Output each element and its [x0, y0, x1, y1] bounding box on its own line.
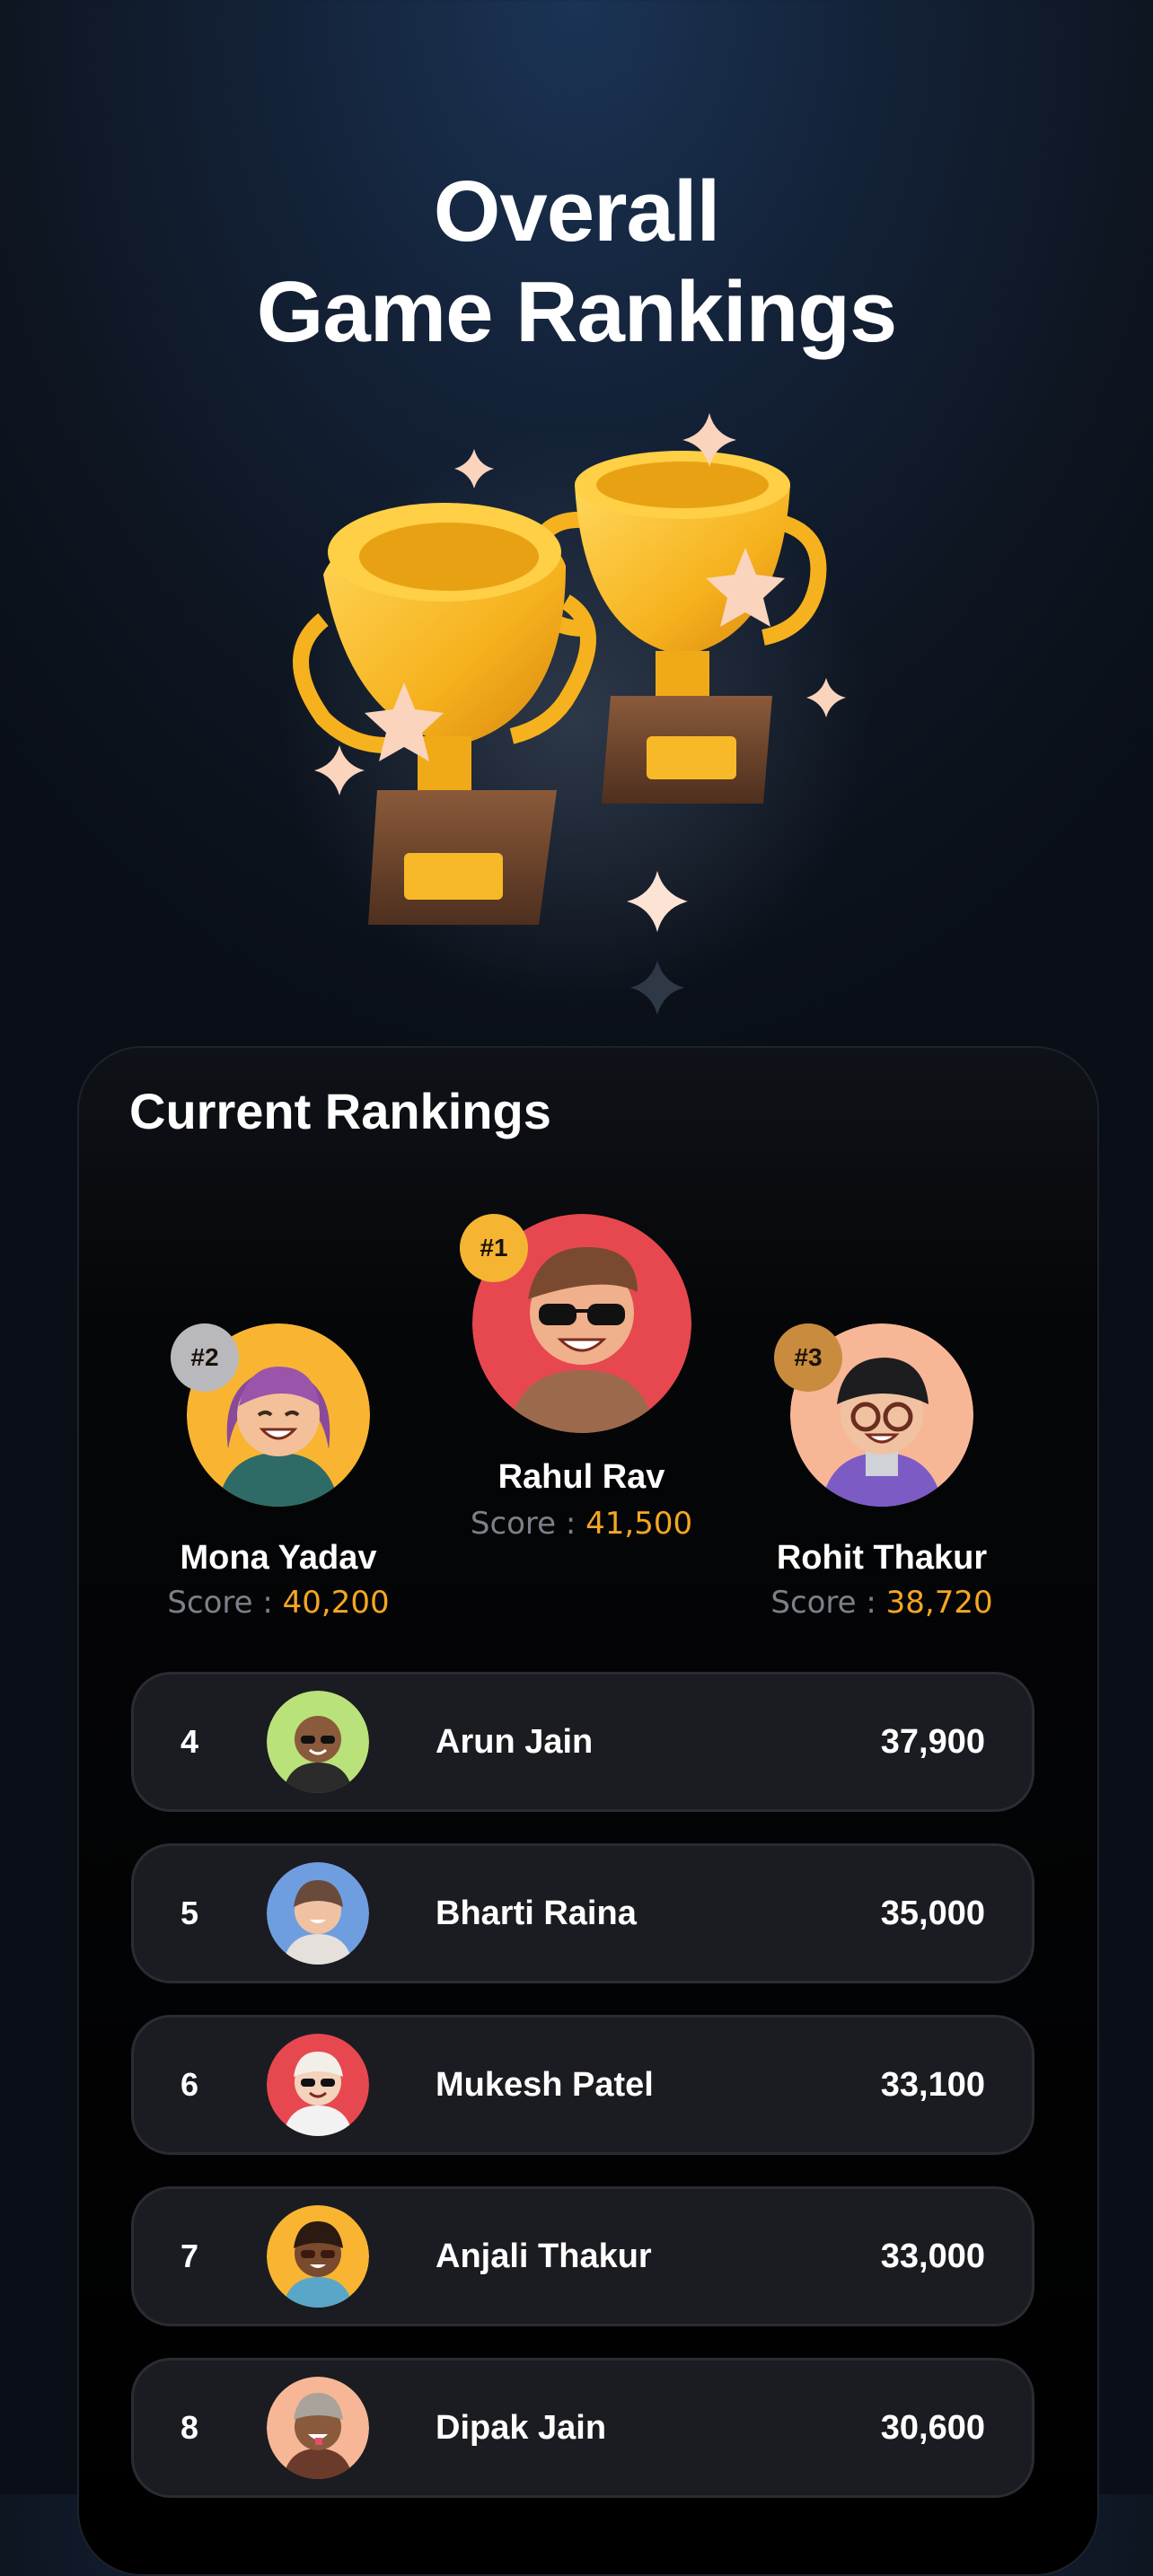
avatar-mukesh-icon: [267, 2034, 369, 2136]
title-line-2: Game Rankings: [256, 264, 898, 360]
score-label: Score :: [167, 1585, 283, 1621]
avatar: [267, 1862, 369, 1965]
row-rank: 5: [180, 1895, 199, 1931]
score-label: Score :: [770, 1585, 886, 1621]
score-value: 41,500: [585, 1506, 693, 1542]
score-value: 40,200: [282, 1585, 390, 1621]
ranking-row[interactable]: 5 Bharti Raina 35,000: [131, 1843, 1034, 1983]
player-name: Rahul Rav: [497, 1458, 665, 1496]
avatar: [267, 2205, 369, 2308]
rank-badge-bronze: #3: [774, 1323, 842, 1392]
row-name: Bharti Raina: [436, 1895, 637, 1932]
avatar: [267, 2377, 369, 2479]
ranking-row[interactable]: 8 Dipak Jain 30,600: [131, 2358, 1034, 2498]
avatar-anjali-icon: [267, 2205, 369, 2308]
avatar-arun-icon: [267, 1691, 369, 1793]
ranking-row[interactable]: 4 Arun Jain 37,900: [131, 1672, 1034, 1812]
podium-third[interactable]: #3 Rohit Thakur Score : 38,720: [738, 1323, 1025, 1621]
player-score: Score : 38,720: [738, 1585, 1025, 1621]
row-score: 30,600: [880, 2409, 985, 2447]
row-name: Arun Jain: [436, 1723, 594, 1761]
player-name: Mona Yadav: [180, 1539, 377, 1577]
row-name: Dipak Jain: [436, 2409, 607, 2447]
row-name: Anjali Thakur: [436, 2238, 652, 2275]
row-rank: 6: [180, 2066, 199, 2103]
title-line-1: Overall: [433, 163, 721, 259]
row-rank: 4: [180, 1723, 199, 1760]
rank-badge-silver: #2: [171, 1323, 239, 1392]
row-score: 33,100: [880, 2066, 985, 2104]
score-value: 38,720: [885, 1585, 993, 1621]
avatar-dipak-icon: [267, 2377, 369, 2479]
rank-badge-gold: #1: [460, 1214, 528, 1282]
row-score: 37,900: [880, 1723, 985, 1761]
ranking-row[interactable]: 7 Anjali Thakur 33,000: [131, 2186, 1034, 2326]
player-score: Score : 41,500: [413, 1506, 750, 1542]
score-label: Score :: [470, 1506, 586, 1542]
row-rank: 8: [180, 2409, 199, 2446]
row-score: 33,000: [880, 2238, 985, 2275]
row-name: Mukesh Patel: [436, 2066, 654, 2104]
avatar-bharti-icon: [267, 1862, 369, 1965]
trophies-illustration: [269, 395, 880, 1024]
podium-first[interactable]: #1 Rahul Rav Score : 41,500: [413, 1214, 750, 1542]
player-name: Rohit Thakur: [776, 1539, 988, 1577]
player-score: Score : 40,200: [135, 1585, 422, 1621]
section-title: Current Rankings: [129, 1083, 551, 1139]
podium-second[interactable]: #2 Mona Yadav Score : 40,200: [135, 1323, 422, 1621]
row-rank: 7: [180, 2238, 199, 2274]
ranking-row[interactable]: 6 Mukesh Patel 33,100: [131, 2015, 1034, 2155]
row-score: 35,000: [880, 1895, 985, 1932]
avatar: [267, 1691, 369, 1793]
avatar: [267, 2034, 369, 2136]
page-title: Overall Game Rankings: [0, 162, 1153, 363]
